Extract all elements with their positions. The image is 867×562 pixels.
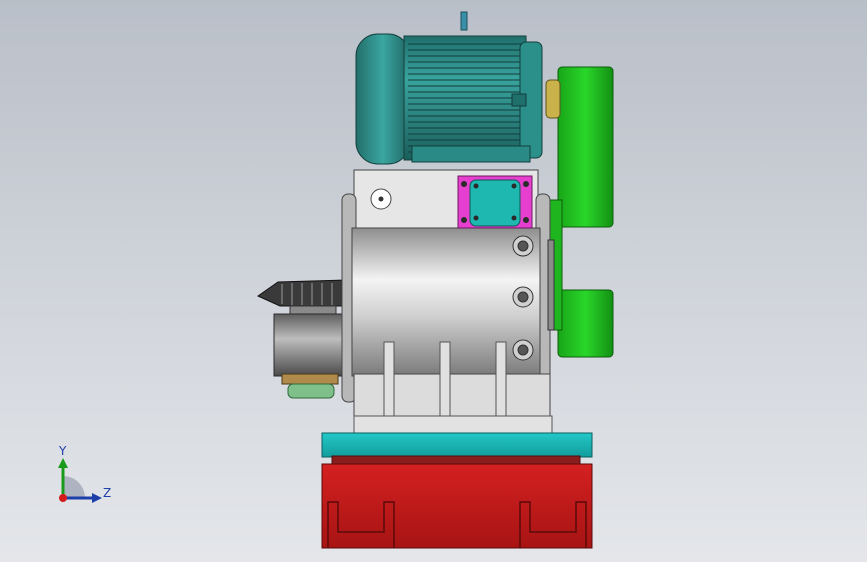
mount-plate-top: [353, 415, 553, 435]
mount-plate-teal: [321, 432, 593, 458]
spindle-cap: [287, 383, 335, 399]
motor[interactable]: [355, 11, 543, 165]
mount-plate-shadow: [331, 455, 581, 465]
motor-endcap: [355, 33, 411, 165]
oil-plug-center: [378, 196, 384, 202]
triad-y-label: Y: [58, 444, 67, 458]
mount-plate[interactable]: [321, 415, 593, 465]
belt-guard-upper: [557, 66, 614, 228]
triad-quadrant: [63, 476, 85, 498]
motor-lifting-eye: [460, 11, 468, 31]
housing-foot-block: [353, 373, 551, 419]
motor-pulley: [545, 79, 561, 119]
triad-z-label: Z: [103, 486, 111, 500]
inspection-cover[interactable]: [457, 175, 533, 229]
base-body: [321, 463, 593, 549]
triad-y-arrow-icon: [58, 458, 68, 468]
triad-z-arrow-icon: [92, 493, 102, 503]
axis-triad[interactable]: Y Z: [58, 444, 111, 503]
motor-feet: [411, 145, 531, 163]
spindle-nut: [281, 373, 339, 385]
spindle-hub[interactable]: [273, 305, 347, 399]
base-frame[interactable]: [321, 463, 593, 549]
housing-gear-teeth: [547, 239, 555, 331]
motor-terminal: [511, 93, 527, 107]
belt-guard[interactable]: [545, 66, 614, 358]
triad-origin: [59, 494, 67, 502]
spindle-body: [273, 313, 347, 377]
cad-viewport[interactable]: Y Z: [0, 0, 867, 562]
cutter-head[interactable]: [256, 279, 347, 307]
belt-guard-lower: [557, 289, 614, 358]
